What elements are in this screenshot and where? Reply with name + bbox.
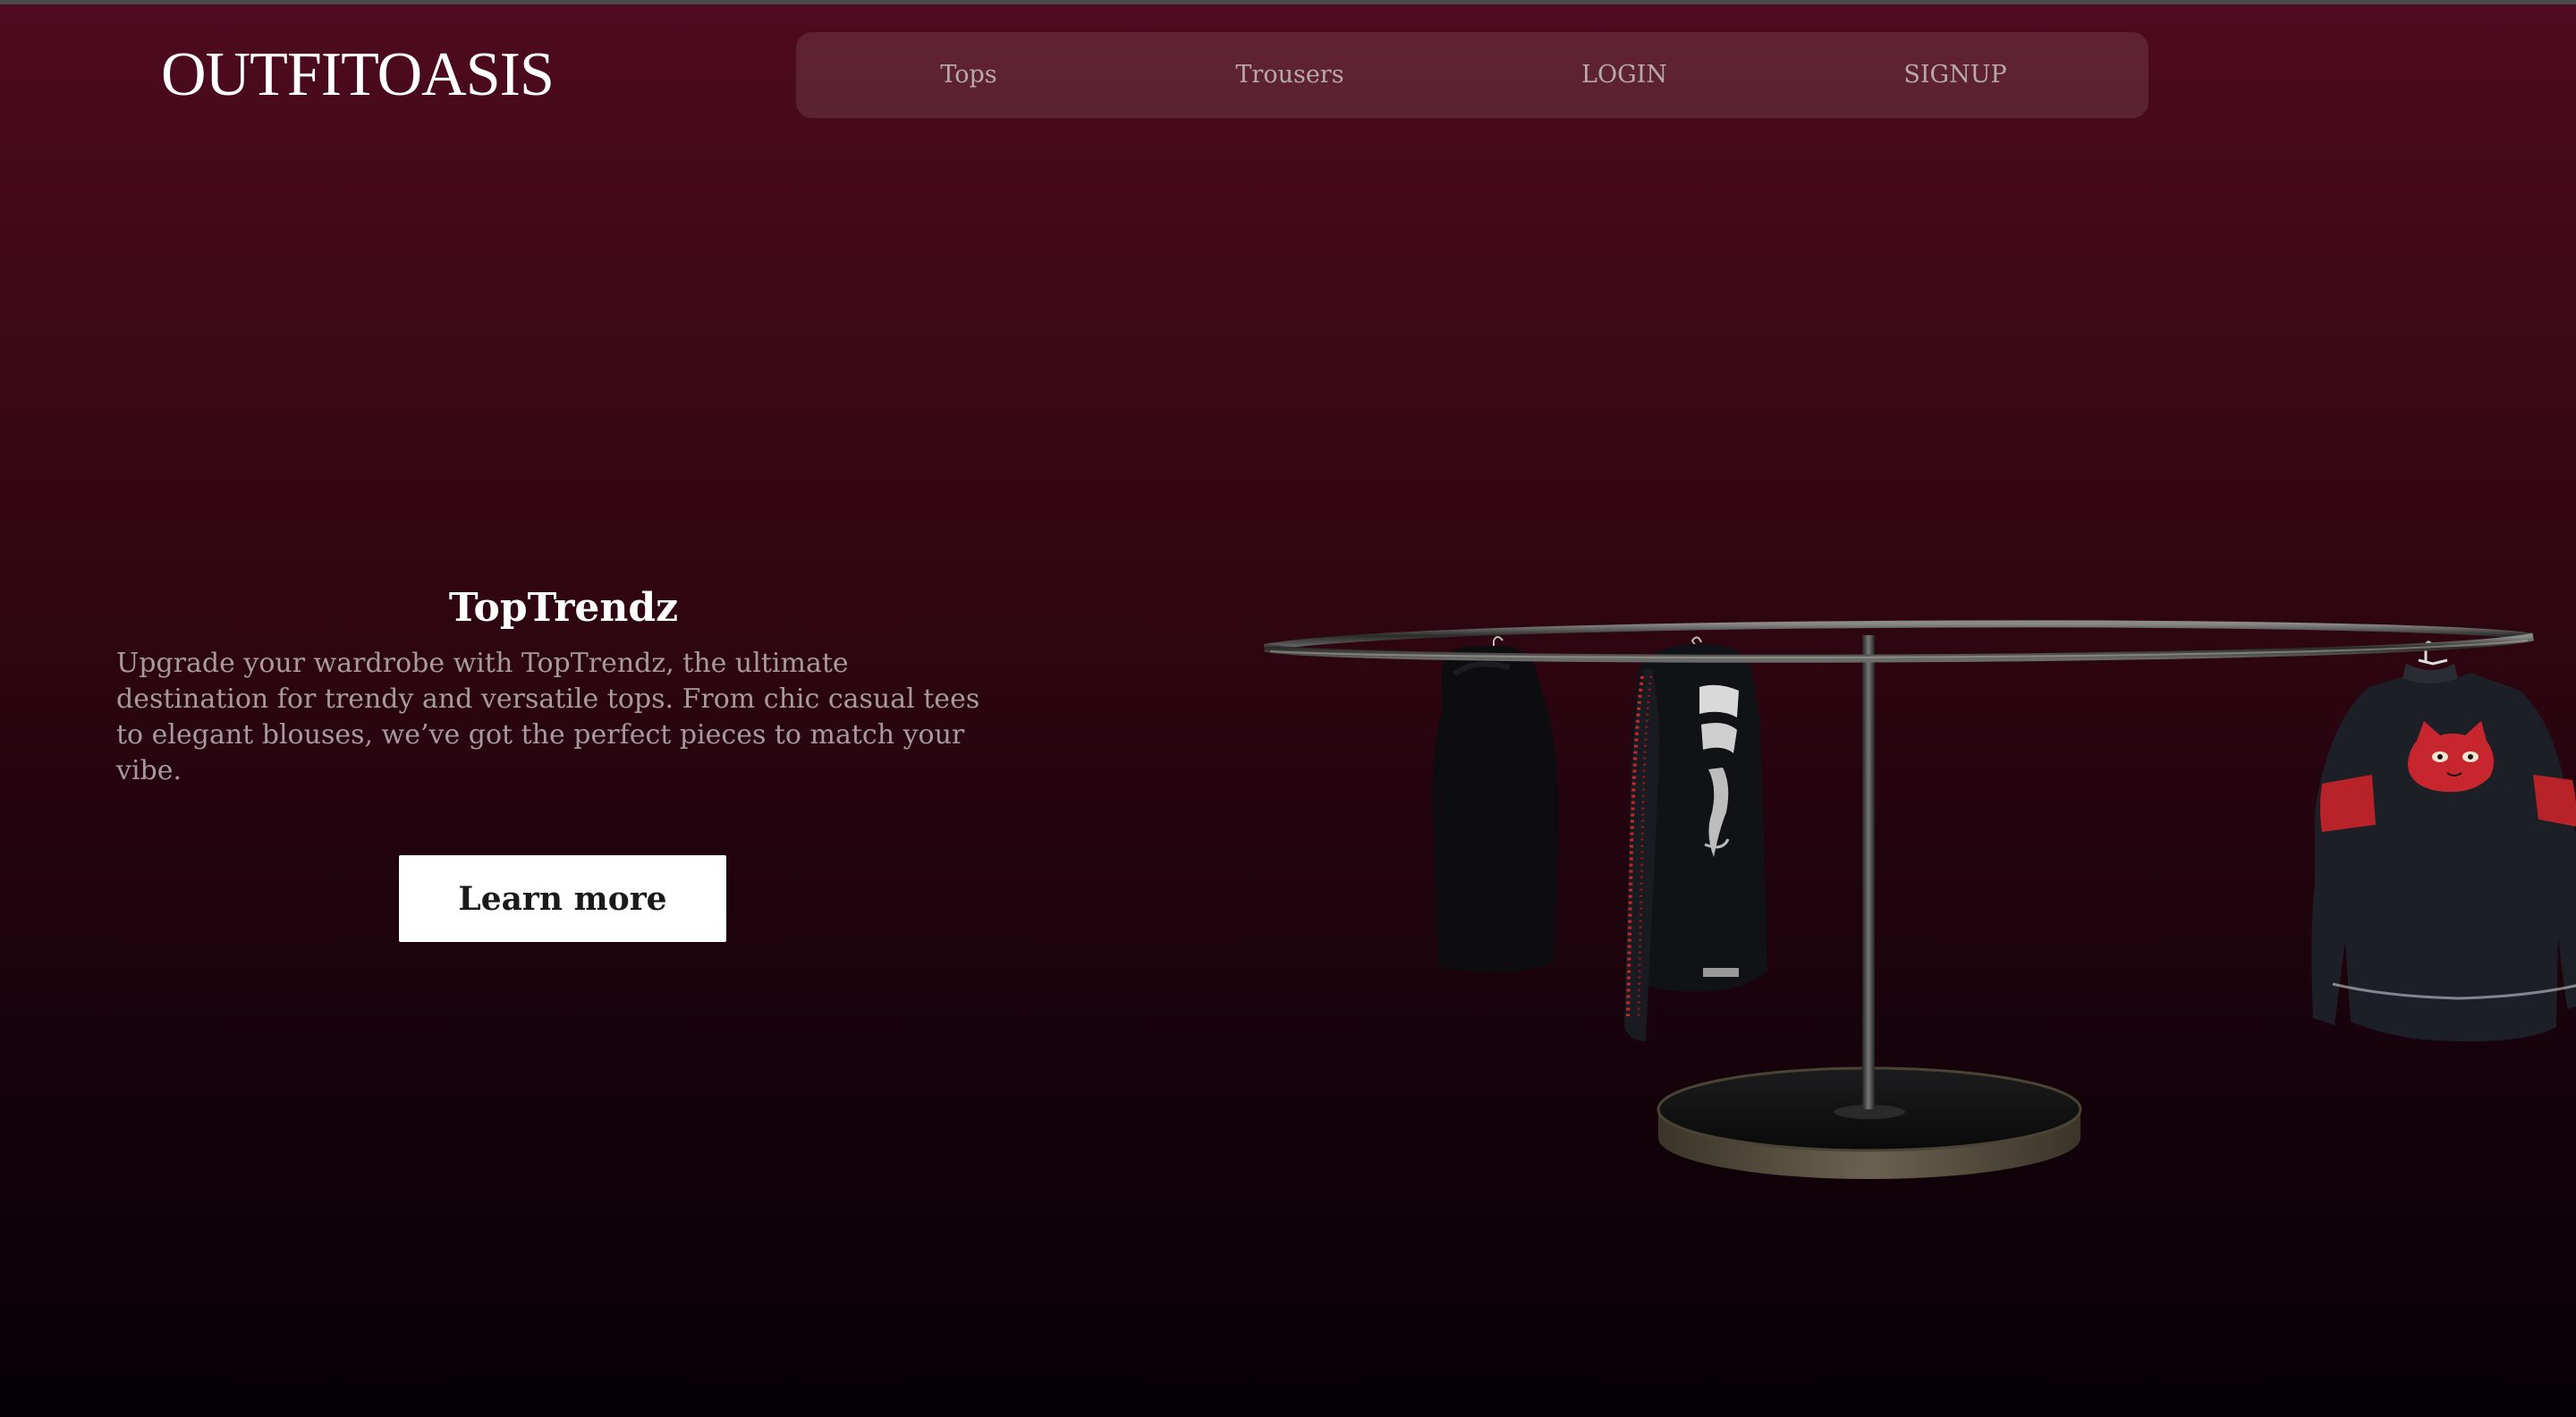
nav-link-login[interactable]: LOGIN bbox=[1581, 32, 1667, 118]
main-nav: Tops Trousers LOGIN SIGNUP bbox=[796, 32, 2148, 118]
rack-rail-back bbox=[1264, 620, 2534, 651]
nav-link-trousers[interactable]: Trousers bbox=[1235, 32, 1343, 118]
rack-pole bbox=[1862, 635, 1875, 1109]
clothing-rack-illustration bbox=[1263, 620, 2576, 1179]
hero-title: TopTrendz bbox=[448, 585, 679, 631]
hero-description: Upgrade your wardrobe with TopTrendz, th… bbox=[116, 648, 980, 786]
top-border bbox=[0, 0, 2576, 4]
brand-logo[interactable]: OUTFITOASIS bbox=[161, 39, 555, 111]
nav-link-signup[interactable]: SIGNUP bbox=[1903, 32, 2006, 118]
black-hoodie bbox=[1432, 636, 1559, 973]
nav-link-tops[interactable]: Tops bbox=[940, 32, 996, 118]
cat-sweater bbox=[2311, 641, 2576, 1042]
graphic-sweatshirt bbox=[1624, 636, 1767, 1041]
learn-more-button[interactable]: Learn more bbox=[399, 855, 726, 942]
